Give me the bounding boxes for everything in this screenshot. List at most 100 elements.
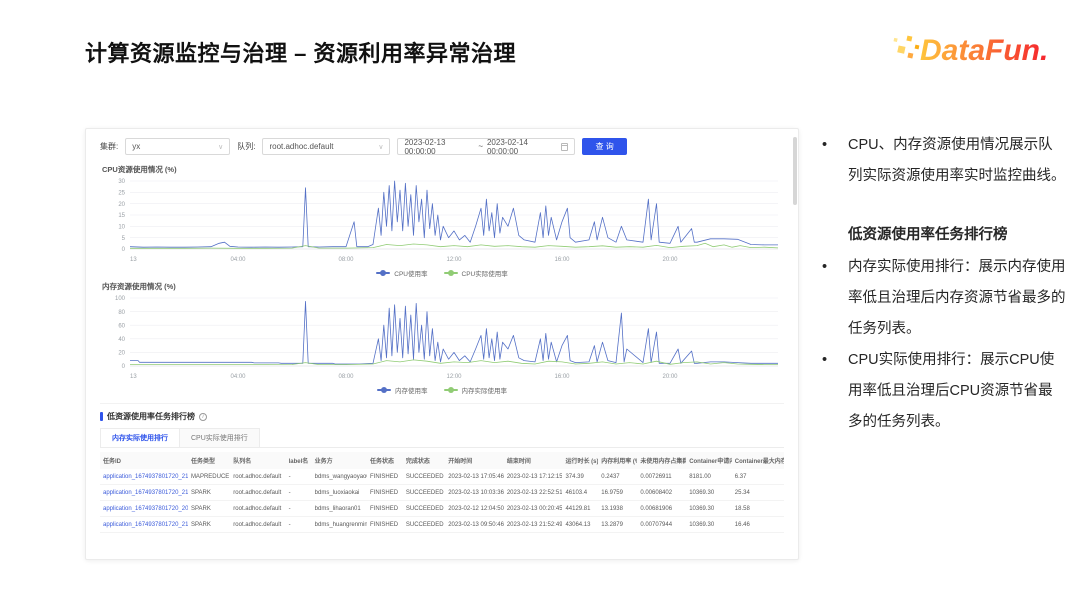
x-tick-label: 12:00 [446, 257, 462, 263]
table-cell: SUCCEEDED [403, 501, 445, 517]
column-header: 业务方 [312, 452, 367, 469]
memory-usage-chart: 内存资源使用情况 (%) 1008060402001304:0008:0012:… [100, 281, 784, 395]
table-cell: 0.00608402 [637, 485, 686, 501]
table-cell: root.adhoc.default [230, 501, 285, 517]
table-row: application_1674937801720_2010672SPARKro… [100, 501, 784, 517]
x-tick-label: 16:00 [554, 257, 570, 263]
table-cell: bdms_wangyaoyao04 [312, 469, 367, 485]
y-tick-label: 5 [122, 236, 126, 242]
chart-canvas: 1008060402001304:0008:0012:0016:0020:00 [100, 292, 783, 384]
table-cell: 10369.30 [686, 517, 732, 533]
bullet-icon: • [822, 252, 848, 346]
ranking-header: 低资源使用率任务排行榜 i [100, 411, 784, 422]
y-tick-label: 20 [118, 351, 125, 357]
table-cell: SPARK [188, 485, 230, 501]
y-tick-label: 80 [118, 310, 125, 316]
column-header: 未使用内存占集群比 (%) [637, 452, 686, 469]
date-range-picker[interactable]: 2023-02-13 00:00:00 ~ 2023-02-14 00:00:0… [397, 138, 575, 155]
table-row: application_1674937801720_2135078MAPREDU… [100, 469, 784, 485]
table-cell: 0.00681906 [637, 501, 686, 517]
datafun-logo: DataFun. [892, 26, 1064, 77]
chevron-down-icon: ∨ [378, 143, 383, 151]
note-text: 内存实际使用排行：展示内存使用率低且治理后内存资源节省最多的任务列表。 [848, 252, 1066, 346]
legend-item[interactable]: 内存实际使用率 [444, 385, 508, 395]
x-tick-label: 16:00 [554, 374, 570, 380]
table-cell: 8181.00 [686, 469, 732, 485]
y-tick-label: 25 [118, 191, 125, 197]
column-header: 任务ID [100, 452, 188, 469]
date-separator: ~ [478, 142, 483, 151]
column-header: 运行时长 (s) [562, 452, 598, 469]
page-title: 计算资源监控与治理 – 资源利用率异常治理 [85, 36, 516, 68]
note-text: CPU、内存资源使用情况展示队列实际资源使用率实时监控曲线。 [848, 130, 1066, 192]
dashboard-screenshot: 集群: yx ∨ 队列: root.adhoc.default ∨ 2023-0… [85, 128, 799, 560]
y-tick-label: 15 [118, 213, 125, 219]
table-cell: SUCCEEDED [403, 469, 445, 485]
column-header: 结束时间 [504, 452, 563, 469]
table-cell: 0.00726911 [637, 469, 686, 485]
table-cell: SUCCEEDED [403, 485, 445, 501]
task-id-link[interactable]: application_1674937801720_2135078 [100, 469, 188, 485]
scrollbar-thumb[interactable] [793, 137, 797, 205]
cpu-usage-chart: CPU资源使用情况 (%) 3025201510501304:0008:0012… [100, 164, 784, 278]
queue-label: 队列: [237, 141, 255, 152]
legend-label: 内存使用率 [395, 385, 428, 395]
tab-cpu-ranking[interactable]: CPU实际使用排行 [180, 428, 260, 447]
task-id-link[interactable]: application_1674937801720_2010672 [100, 501, 188, 517]
column-header: 内存利用率 (%) [598, 452, 637, 469]
x-tick-label: 13 [130, 257, 137, 263]
legend-marker-icon [444, 389, 458, 391]
calendar-icon [561, 143, 569, 151]
table-cell: 44129.81 [562, 501, 598, 517]
task-id-link[interactable]: application_1674937801720_2109647 [100, 517, 188, 533]
table-header-row: 任务ID任务类型队列名label名业务方任务状态完成状态开始时间结束时间运行时长… [100, 452, 784, 469]
cluster-select[interactable]: yx ∨ [125, 138, 230, 155]
legend-item[interactable]: 内存使用率 [377, 385, 428, 395]
info-icon[interactable]: i [199, 413, 207, 421]
legend-label: 内存实际使用率 [462, 385, 508, 395]
column-header: Container申请内存 (MB) [686, 452, 732, 469]
tab-memory-ranking[interactable]: 内存实际使用排行 [100, 428, 180, 447]
memory-chart-title: 内存资源使用情况 (%) [102, 281, 784, 292]
queue-select[interactable]: root.adhoc.default ∨ [262, 138, 390, 155]
section-marker [100, 412, 103, 421]
y-tick-label: 100 [115, 296, 126, 302]
x-tick-label: 08:00 [338, 374, 354, 380]
notes-heading: 低资源使用率任务排行榜 [848, 220, 1066, 251]
table-cell: 46103.4 [562, 485, 598, 501]
y-tick-label: 0 [122, 364, 126, 370]
legend-item[interactable]: CPU使用率 [376, 268, 427, 278]
table-cell: - [286, 501, 312, 517]
x-tick-label: 04:00 [230, 257, 246, 263]
table-cell: root.adhoc.default [230, 517, 285, 533]
table-cell: FINISHED [367, 501, 403, 517]
legend-marker-icon [376, 272, 390, 274]
table-row: application_1674937801720_2109647SPARKro… [100, 517, 784, 533]
y-tick-label: 20 [118, 202, 125, 208]
table-cell: 6.37 [732, 469, 784, 485]
filter-bar: 集群: yx ∨ 队列: root.adhoc.default ∨ 2023-0… [86, 129, 798, 161]
chevron-down-icon: ∨ [218, 143, 223, 151]
table-cell: root.adhoc.default [230, 485, 285, 501]
table-cell: 2023-02-13 00:20:45 [504, 501, 563, 517]
task-id-link[interactable]: application_1674937801720_2111076 [100, 485, 188, 501]
bullet-icon: • [822, 345, 848, 439]
table-cell: 10369.30 [686, 501, 732, 517]
column-header: 任务状态 [367, 452, 403, 469]
search-button[interactable]: 查 询 [582, 138, 626, 155]
table-cell: 10369.30 [686, 485, 732, 501]
column-header: 任务类型 [188, 452, 230, 469]
legend-label: CPU实际使用率 [462, 268, 508, 278]
legend-item[interactable]: CPU实际使用率 [444, 268, 508, 278]
table-cell: - [286, 517, 312, 533]
table-cell: 0.00707944 [637, 517, 686, 533]
x-tick-label: 20:00 [662, 374, 678, 380]
table-cell: 2023-02-13 17:12:15 [504, 469, 563, 485]
note-item: • CPU实际使用排行：展示CPU使用率低且治理后CPU资源节省最多的任务列表。 [822, 345, 1066, 439]
table-cell: 16.9759 [598, 485, 637, 501]
table-cell: root.adhoc.default [230, 469, 285, 485]
table-cell: SUCCEEDED [403, 517, 445, 533]
note-text: CPU实际使用排行：展示CPU使用率低且治理后CPU资源节省最多的任务列表。 [848, 345, 1066, 439]
bullet-icon: • [822, 130, 848, 192]
series-line [130, 181, 778, 247]
